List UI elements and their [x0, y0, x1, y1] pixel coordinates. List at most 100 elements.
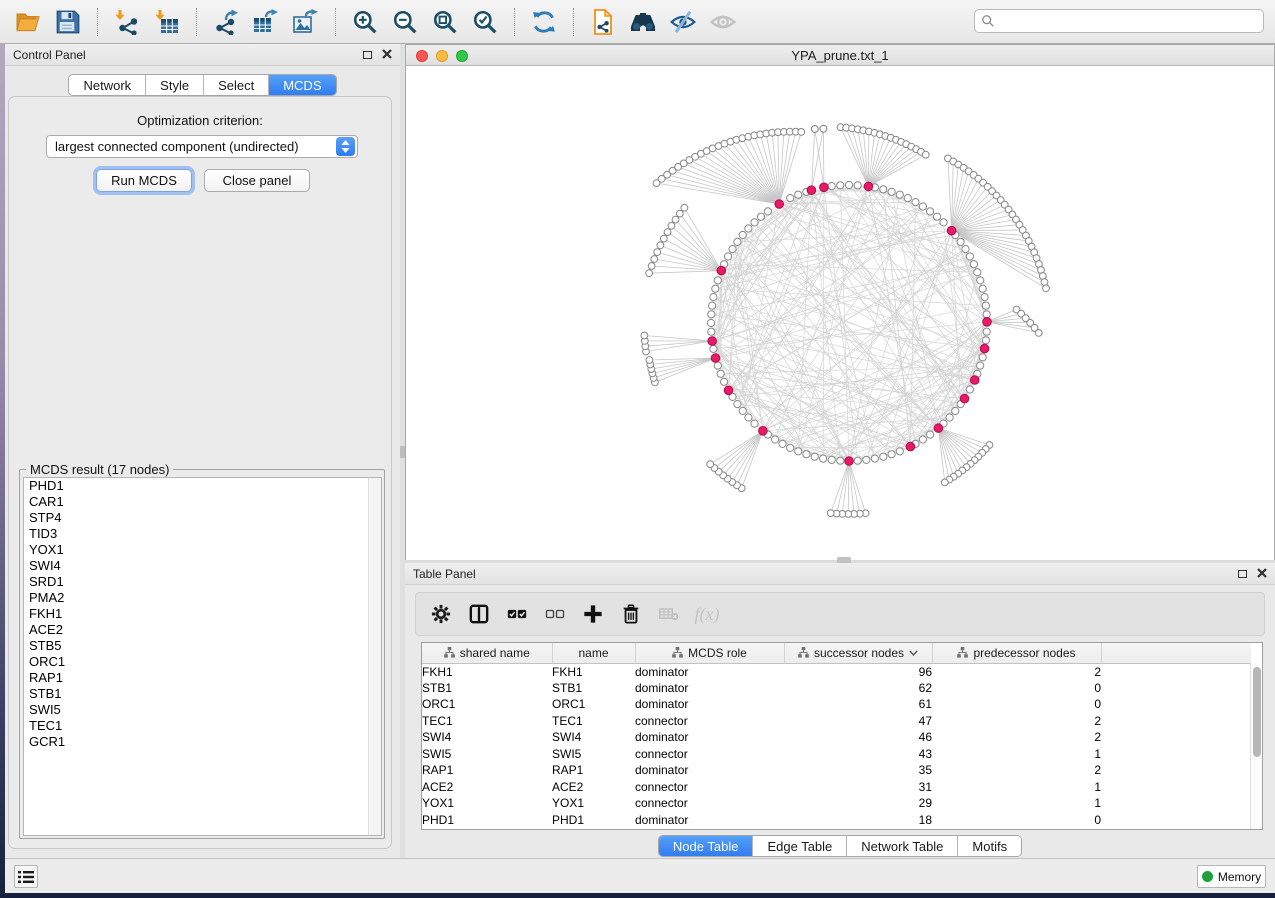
- mcds-result-item[interactable]: TID3: [24, 526, 381, 542]
- float-table-panel-icon[interactable]: [1238, 570, 1247, 578]
- cell-MCDS-role[interactable]: dominator: [635, 696, 784, 713]
- graph-node[interactable]: [734, 401, 741, 408]
- tab-select[interactable]: Select: [204, 75, 269, 95]
- graph-node[interactable]: [751, 219, 758, 226]
- cell-shared-name[interactable]: FKH1: [422, 663, 552, 680]
- export-table-icon[interactable]: [249, 6, 283, 38]
- cell-shared-name[interactable]: PHD1: [422, 812, 552, 829]
- graph-leaf-node[interactable]: [798, 129, 805, 136]
- maximize-window-icon[interactable]: [456, 50, 468, 62]
- graph-node[interactable]: [739, 231, 746, 238]
- graph-node[interactable]: [927, 431, 934, 438]
- graph-hub-node-SWI5[interactable]: [934, 424, 943, 433]
- cell-predecessor-nodes[interactable]: 1: [932, 746, 1101, 763]
- table-row[interactable]: ORC1ORC1dominator610: [422, 696, 1251, 713]
- table-row[interactable]: STB1STB1dominator620: [422, 680, 1251, 697]
- cell-shared-name[interactable]: ACE2: [422, 779, 552, 796]
- import-table-icon[interactable]: [150, 6, 184, 38]
- mcds-result-item[interactable]: PHD1: [24, 478, 381, 494]
- cell-name[interactable]: RAP1: [552, 762, 635, 779]
- graph-node[interactable]: [927, 208, 934, 215]
- cell-name[interactable]: ORC1: [552, 696, 635, 713]
- graph-node[interactable]: [795, 191, 802, 198]
- cell-predecessor-nodes[interactable]: 1: [932, 795, 1101, 812]
- graph-node[interactable]: [982, 302, 989, 309]
- cell-name[interactable]: TEC1: [552, 713, 635, 730]
- graph-node[interactable]: [880, 186, 887, 193]
- graph-node[interactable]: [734, 238, 741, 245]
- mcds-result-item[interactable]: RAP1: [24, 670, 381, 686]
- graph-hub-node-TEC1[interactable]: [845, 457, 854, 466]
- cell-predecessor-nodes[interactable]: 2: [932, 663, 1101, 680]
- cell-MCDS-role[interactable]: dominator: [635, 729, 784, 746]
- graph-node[interactable]: [981, 294, 988, 301]
- graph-node[interactable]: [811, 453, 818, 460]
- graph-node[interactable]: [795, 448, 802, 455]
- graph-node[interactable]: [933, 213, 940, 220]
- cell-name[interactable]: YOX1: [552, 795, 635, 812]
- table-row[interactable]: SWI5SWI5connector431: [422, 746, 1251, 763]
- tab-edge-table[interactable]: Edge Table: [753, 836, 847, 856]
- graph-hub-node-RAP1[interactable]: [717, 266, 726, 275]
- cell-shared-name[interactable]: TEC1: [422, 713, 552, 730]
- minimize-window-icon[interactable]: [436, 50, 448, 62]
- mcds-result-item[interactable]: STB5: [24, 638, 381, 654]
- graph-node[interactable]: [977, 362, 984, 369]
- cell-shared-name[interactable]: SWI5: [422, 746, 552, 763]
- tab-motifs[interactable]: Motifs: [958, 836, 1021, 856]
- mcds-result-item[interactable]: SWI4: [24, 558, 381, 574]
- graph-node[interactable]: [896, 448, 903, 455]
- cell-name[interactable]: SWI4: [552, 729, 635, 746]
- graph-node[interactable]: [828, 183, 835, 190]
- graph-hub-node-STB1[interactable]: [775, 200, 784, 209]
- cell-MCDS-role[interactable]: dominator: [635, 663, 784, 680]
- mcds-result-item[interactable]: CAR1: [24, 494, 381, 510]
- mcds-result-item[interactable]: FKH1: [24, 606, 381, 622]
- cell-predecessor-nodes[interactable]: 1: [932, 779, 1101, 796]
- cell-predecessor-nodes[interactable]: 2: [932, 729, 1101, 746]
- graph-hub-node-CAR1[interactable]: [708, 337, 717, 346]
- graph-node[interactable]: [982, 337, 989, 344]
- graph-node[interactable]: [709, 302, 716, 309]
- open-file-icon[interactable]: [11, 6, 45, 38]
- graph-leaf-node[interactable]: [664, 229, 671, 236]
- column-visibility-icon[interactable]: [464, 599, 494, 629]
- column-header-successor-nodes[interactable]: successor nodes: [784, 643, 932, 663]
- graph-node[interactable]: [837, 457, 844, 464]
- cell-shared-name[interactable]: YOX1: [422, 795, 552, 812]
- table-row[interactable]: FKH1FKH1dominator962: [422, 663, 1251, 680]
- cell-MCDS-role[interactable]: dominator: [635, 812, 784, 829]
- graph-leaf-node[interactable]: [641, 332, 648, 339]
- cell-shared-name[interactable]: ORC1: [422, 696, 552, 713]
- graph-node[interactable]: [708, 328, 715, 335]
- memory-button[interactable]: Memory: [1197, 865, 1266, 888]
- select-all-columns-icon[interactable]: [502, 599, 532, 629]
- graph-node[interactable]: [837, 182, 844, 189]
- graph-hub-node-PHD1[interactable]: [983, 318, 992, 327]
- cell-name[interactable]: SWI5: [552, 746, 635, 763]
- cell-successor-nodes[interactable]: 62: [784, 680, 932, 697]
- graph-hub-node-GCR1[interactable]: [980, 344, 989, 353]
- graph-leaf-node[interactable]: [1043, 285, 1050, 292]
- cell-MCDS-role[interactable]: connector: [635, 746, 784, 763]
- cell-name[interactable]: PHD1: [552, 812, 635, 829]
- graph-leaf-node[interactable]: [681, 204, 688, 211]
- close-window-icon[interactable]: [416, 50, 428, 62]
- cell-successor-nodes[interactable]: 35: [784, 762, 932, 779]
- export-network-icon[interactable]: [209, 6, 243, 38]
- cell-successor-nodes[interactable]: 61: [784, 696, 932, 713]
- graph-node[interactable]: [952, 407, 959, 414]
- save-session-icon[interactable]: [51, 6, 85, 38]
- graph-node[interactable]: [871, 455, 878, 462]
- edge-layer[interactable]: [711, 185, 987, 461]
- table-row[interactable]: YOX1YOX1connector291: [422, 795, 1251, 812]
- export-image-icon[interactable]: [289, 6, 323, 38]
- column-header-name[interactable]: name: [552, 643, 635, 663]
- graph-hub-node-SWI4[interactable]: [807, 186, 816, 195]
- graph-leaf-node[interactable]: [1041, 279, 1048, 286]
- cell-successor-nodes[interactable]: 46: [784, 729, 932, 746]
- graph-leaf-node[interactable]: [648, 263, 655, 270]
- graph-node[interactable]: [707, 319, 714, 326]
- graph-node[interactable]: [919, 203, 926, 210]
- graph-hub-node-FKH1[interactable]: [947, 226, 956, 235]
